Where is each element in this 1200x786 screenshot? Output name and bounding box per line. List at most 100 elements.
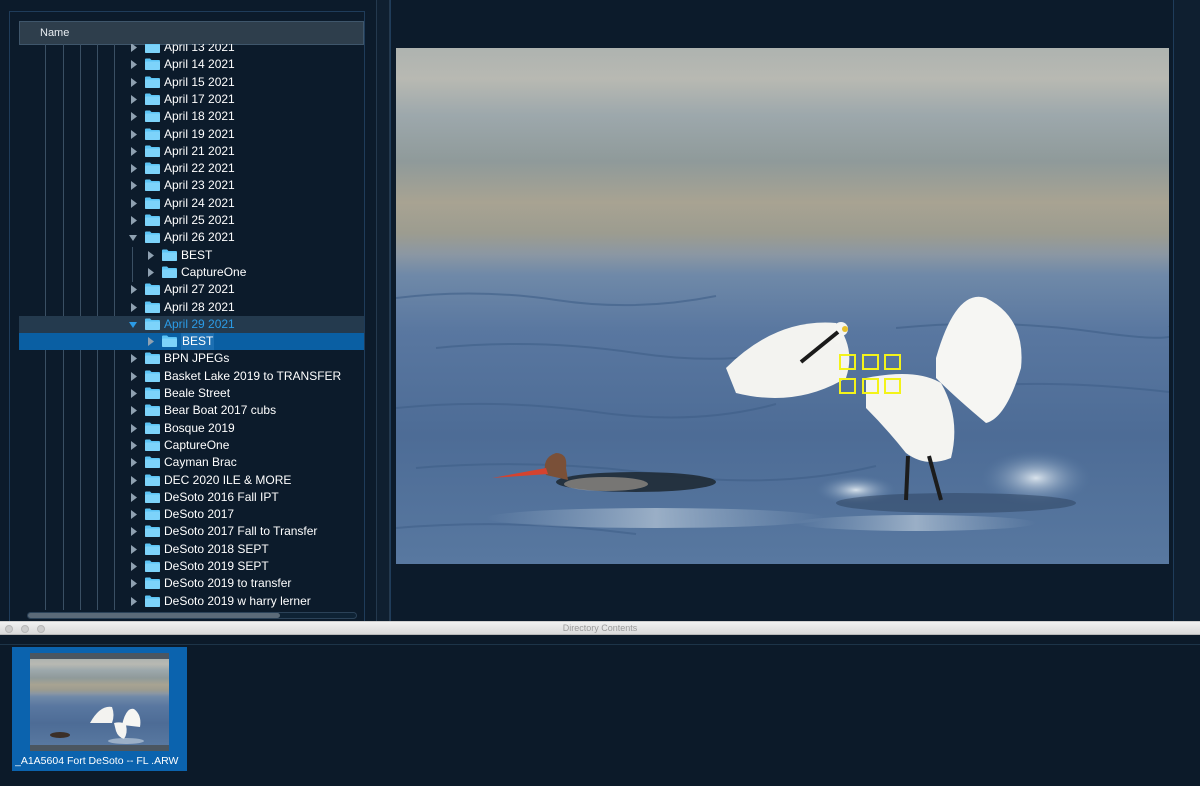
disclosure-closed-icon[interactable] [129, 303, 137, 312]
folder-row[interactable]: April 21 2021 [19, 143, 364, 160]
folder-icon [145, 404, 160, 416]
folder-row[interactable]: DeSoto 2019 to transfer [19, 575, 364, 592]
directory-contents-titlebar[interactable]: Directory Contents [0, 621, 1200, 635]
folder-row[interactable]: April 13 2021 [19, 44, 364, 56]
folder-label: April 29 2021 [164, 317, 235, 331]
folder-label: DeSoto 2017 Fall to Transfer [164, 524, 318, 538]
folder-icon [145, 439, 160, 451]
folder-label: April 15 2021 [164, 75, 235, 89]
column-header-name[interactable]: Name [19, 21, 364, 45]
window-title: Directory Contents [562, 623, 638, 633]
disclosure-open-icon[interactable] [129, 233, 137, 242]
disclosure-closed-icon[interactable] [129, 181, 137, 190]
folder-label: DeSoto 2019 to transfer [164, 576, 292, 590]
folder-row[interactable]: DeSoto 2019 SEPT [19, 558, 364, 575]
disclosure-closed-icon[interactable] [129, 60, 137, 69]
folder-tree: April 13 2021 April 14 2021 April 15 2021 A… [19, 44, 364, 610]
subfolder-row[interactable]: BEST [19, 247, 364, 264]
file-thumbnail-selected[interactable]: _A1A5604 Fort DeSoto -- FL .ARW [12, 647, 187, 771]
folder-icon [145, 543, 160, 555]
disclosure-closed-icon[interactable] [146, 251, 154, 260]
folder-icon [145, 508, 160, 520]
disclosure-closed-icon[interactable] [129, 164, 137, 173]
disclosure-closed-icon[interactable] [129, 476, 137, 485]
disclosure-closed-icon[interactable] [129, 527, 137, 536]
folder-row[interactable]: Beale Street [19, 385, 364, 402]
folder-label: BPN JPEGs [164, 351, 230, 365]
tree-horizontal-scrollbar[interactable] [19, 610, 364, 621]
folder-row[interactable]: April 18 2021 [19, 108, 364, 125]
disclosure-closed-icon[interactable] [129, 458, 137, 467]
disclosure-closed-icon[interactable] [129, 372, 137, 381]
disclosure-closed-icon[interactable] [129, 354, 137, 363]
folder-row[interactable]: Bear Boat 2017 cubs [19, 402, 364, 419]
folder-row[interactable]: Cayman Brac [19, 454, 364, 471]
folder-row[interactable]: April 19 2021 [19, 126, 364, 143]
disclosure-closed-icon[interactable] [129, 216, 137, 225]
disclosure-closed-icon[interactable] [129, 95, 137, 104]
folder-row[interactable]: Basket Lake 2019 to TRANSFER [19, 368, 364, 385]
disclosure-closed-icon[interactable] [129, 579, 137, 588]
folder-row[interactable]: April 22 2021 [19, 160, 364, 177]
scrollbar-thumb[interactable] [28, 613, 280, 618]
disclosure-closed-icon[interactable] [129, 424, 137, 433]
preview-image[interactable] [396, 48, 1169, 564]
folder-row[interactable]: April 14 2021 [19, 56, 364, 73]
thumbnail-image [30, 653, 169, 751]
folder-icon [145, 58, 160, 70]
folder-label: April 13 2021 [164, 44, 235, 54]
subfolder-row[interactable]: BEST [19, 333, 364, 350]
disclosure-closed-icon[interactable] [129, 562, 137, 571]
folder-row[interactable]: April 25 2021 [19, 212, 364, 229]
disclosure-closed-icon[interactable] [129, 406, 137, 415]
disclosure-closed-icon[interactable] [129, 130, 137, 139]
folder-label: DeSoto 2017 [164, 507, 235, 521]
disclosure-closed-icon[interactable] [129, 44, 137, 52]
disclosure-closed-icon[interactable] [129, 112, 137, 121]
disclosure-closed-icon[interactable] [146, 268, 154, 277]
folder-icon [145, 387, 160, 399]
disclosure-closed-icon[interactable] [129, 545, 137, 554]
disclosure-closed-icon[interactable] [129, 285, 137, 294]
folder-row[interactable]: April 24 2021 [19, 195, 364, 212]
folder-row[interactable]: April 23 2021 [19, 177, 364, 194]
folder-row[interactable]: DeSoto 2018 SEPT [19, 541, 364, 558]
folder-row[interactable]: DeSoto 2017 [19, 506, 364, 523]
disclosure-open-icon[interactable] [129, 320, 137, 329]
folder-icon [145, 595, 160, 607]
folder-row[interactable]: Bosque 2019 [19, 420, 364, 437]
folder-row[interactable]: April 17 2021 [19, 91, 364, 108]
folder-icon [145, 231, 160, 243]
folder-row[interactable]: DeSoto 2019 w harry lerner [19, 593, 364, 610]
folder-label: CaptureOne [164, 438, 230, 452]
panel-splitter[interactable] [376, 0, 390, 621]
folder-row[interactable]: April 27 2021 [19, 281, 364, 298]
folder-icon [145, 283, 160, 295]
folder-icon [145, 128, 160, 140]
disclosure-closed-icon[interactable] [129, 441, 137, 450]
folder-row[interactable]: April 29 2021 [19, 316, 364, 334]
folder-row[interactable]: CaptureOne [19, 437, 364, 454]
folder-label: April 26 2021 [164, 230, 235, 244]
disclosure-closed-icon[interactable] [129, 493, 137, 502]
disclosure-closed-icon[interactable] [129, 199, 137, 208]
disclosure-closed-icon[interactable] [129, 510, 137, 519]
disclosure-closed-icon[interactable] [129, 389, 137, 398]
folder-row[interactable]: April 26 2021 [19, 229, 364, 246]
folder-row[interactable]: BPN JPEGs [19, 350, 364, 367]
folder-row[interactable]: DeSoto 2017 Fall to Transfer [19, 523, 364, 540]
folder-icon [145, 491, 160, 503]
disclosure-closed-icon[interactable] [129, 78, 137, 87]
folder-label: DeSoto 2019 w harry lerner [164, 594, 311, 608]
folder-icon [145, 93, 160, 105]
tree-guide-line [132, 247, 133, 282]
folder-row[interactable]: April 15 2021 [19, 74, 364, 91]
folder-row[interactable]: DEC 2020 ILE & MORE [19, 472, 364, 489]
subfolder-row[interactable]: CaptureOne [19, 264, 364, 281]
folder-row[interactable]: DeSoto 2016 Fall IPT [19, 489, 364, 506]
disclosure-closed-icon[interactable] [129, 147, 137, 156]
folder-label: April 24 2021 [164, 196, 235, 210]
disclosure-closed-icon[interactable] [129, 597, 137, 606]
folder-row[interactable]: April 28 2021 [19, 299, 364, 316]
disclosure-closed-icon[interactable] [146, 337, 154, 346]
